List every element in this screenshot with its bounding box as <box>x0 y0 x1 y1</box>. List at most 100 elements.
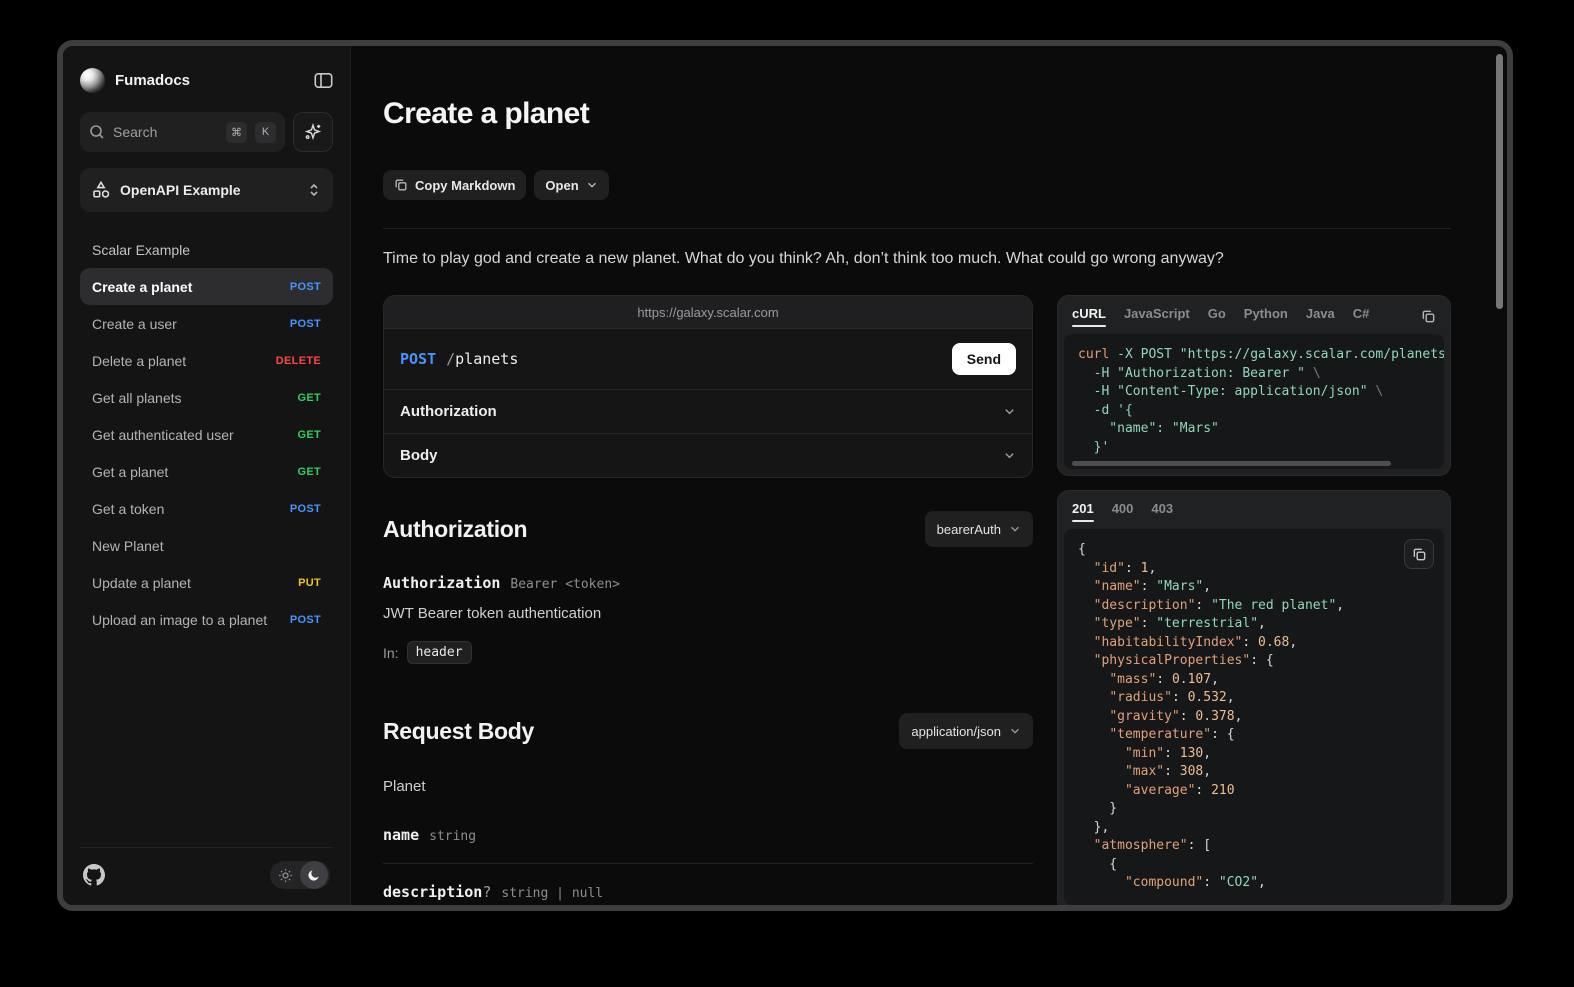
request-body-section: Request Body application/json Planet nam… <box>383 713 1033 901</box>
header-divider <box>383 228 1451 229</box>
main-content: Create a planet Copy Markdown Open <box>351 46 1507 905</box>
github-link[interactable] <box>83 864 105 886</box>
sidebar-item-label: Get a token <box>92 501 290 517</box>
sidebar-item-label: Get a planet <box>92 464 297 480</box>
method-badge: DELETE <box>276 355 321 367</box>
method-badge: POST <box>290 318 321 330</box>
chevron-down-icon <box>1009 523 1021 535</box>
auth-scheme-select[interactable]: bearerAuth <box>925 511 1033 547</box>
panel-left-icon <box>314 72 333 89</box>
sidebar-item[interactable]: Get a planetGET <box>80 453 333 490</box>
base-url: https://galaxy.scalar.com <box>384 296 1032 329</box>
sidebar-item[interactable]: Create a planetPOST <box>80 268 333 305</box>
playground-body-row[interactable]: Body <box>384 433 1032 477</box>
sidebar-item[interactable]: Create a userPOST <box>80 305 333 342</box>
theme-toggle[interactable] <box>270 861 330 889</box>
method-badge: PUT <box>298 577 321 589</box>
sidebar-item[interactable]: Get authenticated userGET <box>80 416 333 453</box>
kbd-cmd: ⌘ <box>226 122 247 143</box>
sidebar-section-label: Scalar Example <box>80 236 333 268</box>
chevron-down-icon <box>1009 725 1021 737</box>
tab-c-[interactable]: C# <box>1353 306 1370 327</box>
authorization-heading: Authorization <box>383 516 527 543</box>
schema-field: description? string | null <box>383 883 1033 901</box>
method-badge: POST <box>290 614 321 626</box>
search-icon <box>89 124 105 140</box>
method-badge: POST <box>290 503 321 515</box>
sidebar-item[interactable]: Upload an image to a planetPOST <box>80 601 333 638</box>
field-name: description <box>383 883 482 901</box>
endpoint-path: /planets <box>446 350 518 368</box>
playground-authorization-row[interactable]: Authorization <box>384 389 1032 433</box>
response-code-block: { "id": 1, "name": "Mars", "description"… <box>1064 529 1444 905</box>
method-badge: POST <box>290 281 321 293</box>
collapse-sidebar-button[interactable] <box>314 72 333 89</box>
send-button[interactable]: Send <box>952 343 1016 375</box>
sparkle-icon <box>304 123 322 141</box>
window-scrollbar[interactable] <box>1496 54 1503 309</box>
copy-icon <box>394 178 408 192</box>
in-label: In: <box>383 645 399 661</box>
fumadocs-logo <box>80 68 105 93</box>
http-method: POST <box>400 350 436 368</box>
copy-icon <box>1412 547 1427 562</box>
sidebar-header: Fumadocs <box>80 62 333 98</box>
sidebar-item[interactable]: Get all planetsGET <box>80 379 333 416</box>
ai-assistant-button[interactable] <box>293 112 333 152</box>
tab-403[interactable]: 403 <box>1151 501 1173 522</box>
tab-python[interactable]: Python <box>1244 306 1288 327</box>
code-tabs: cURL JavaScript Go Python Java C# <box>1058 296 1450 334</box>
sidebar-item[interactable]: Update a planetPUT <box>80 564 333 601</box>
chevron-down-icon <box>586 179 598 191</box>
chevron-up-down-icon <box>307 182 321 198</box>
moon-icon <box>300 861 328 889</box>
copy-icon <box>1421 309 1436 324</box>
sidebar-item[interactable]: Get a tokenPOST <box>80 490 333 527</box>
copy-response-button[interactable] <box>1404 539 1434 569</box>
field-type: string | null <box>501 886 603 901</box>
field-type: string <box>429 829 476 844</box>
field-name: name <box>383 826 419 844</box>
tab-201[interactable]: 201 <box>1072 501 1094 522</box>
sidebar-item[interactable]: New Planet <box>80 527 333 564</box>
sidebar-item-label: Get all planets <box>92 390 297 406</box>
sun-icon <box>270 868 300 883</box>
code-sample-panel: cURLJavaScriptGoPythonJavaC# cu <box>1057 295 1451 476</box>
method-badge: GET <box>297 466 321 478</box>
content-type-select[interactable]: application/json <box>899 713 1033 749</box>
brand-name: Fumadocs <box>115 72 304 89</box>
field-optional-marker: ? <box>482 883 491 901</box>
horizontal-scrollbar[interactable] <box>1072 461 1391 466</box>
github-icon <box>83 864 105 886</box>
api-spec-select[interactable]: OpenAPI Example <box>80 168 333 212</box>
copy-markdown-button[interactable]: Copy Markdown <box>383 170 526 200</box>
sidebar-item-label: Create a planet <box>92 279 290 295</box>
curl-code-block: curl -X POST "https://galaxy.scalar.com/… <box>1064 334 1444 469</box>
tab-javascript[interactable]: JavaScript <box>1124 306 1190 327</box>
chevron-down-icon <box>1003 449 1016 462</box>
search-placeholder: Search <box>113 124 218 140</box>
sidebar-footer <box>80 847 333 891</box>
method-badge: GET <box>297 392 321 404</box>
tab-curl[interactable]: cURL <box>1072 306 1106 327</box>
response-tabs: 201 400 403 <box>1058 491 1450 529</box>
open-menu-button[interactable]: Open <box>534 170 608 200</box>
copy-markdown-label: Copy Markdown <box>415 178 515 193</box>
sidebar: Fumadocs Search ⌘ K <box>63 46 351 905</box>
copy-code-button[interactable] <box>1421 309 1436 324</box>
body-fields: name string description? string | null <box>383 826 1033 901</box>
shapes-icon <box>92 181 110 199</box>
tab-go[interactable]: Go <box>1208 306 1226 327</box>
sidebar-item-label: Delete a planet <box>92 353 276 369</box>
sidebar-item[interactable]: Delete a planetDELETE <box>80 342 333 379</box>
sidebar-item-label: Update a planet <box>92 575 298 591</box>
tab-java[interactable]: Java <box>1306 306 1335 327</box>
search-input[interactable]: Search ⌘ K <box>80 112 285 152</box>
endpoint-description: Time to play god and create a new planet… <box>383 250 1451 268</box>
app-window: Fumadocs Search ⌘ K <box>57 40 1513 911</box>
sidebar-nav: Scalar Example Create a planetPOSTCreate… <box>80 236 333 638</box>
auth-param-name: Authorization <box>383 574 500 592</box>
response-panel: 201400403 { "id": 1, "name" <box>1057 490 1451 905</box>
request-body-heading: Request Body <box>383 718 534 745</box>
tab-400[interactable]: 400 <box>1112 501 1134 522</box>
